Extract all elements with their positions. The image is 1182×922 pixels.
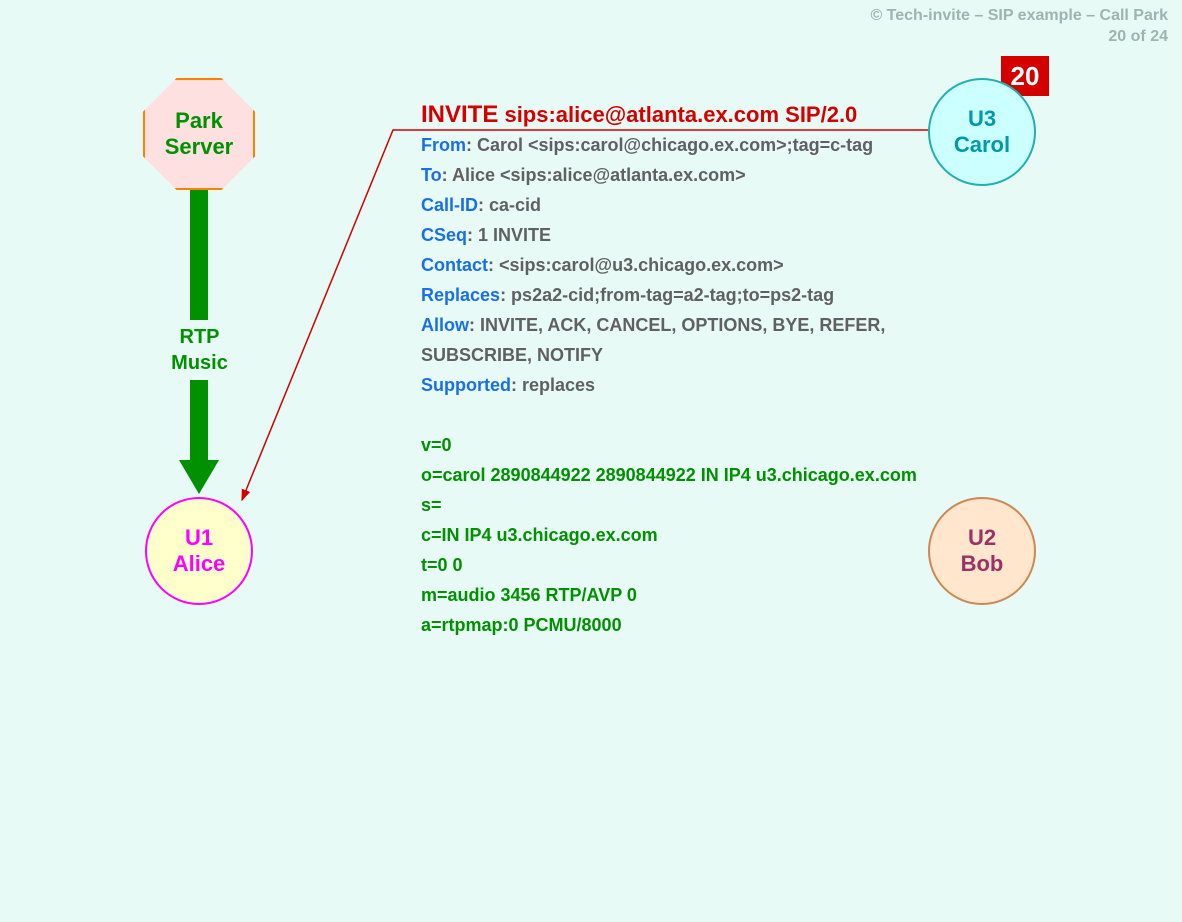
hdr-allow: Allow: INVITE, ACK, CANCEL, OPTIONS, BYE… xyxy=(421,310,951,370)
hdr-callid: Call-ID: ca-cid xyxy=(421,190,951,220)
sdp-c: c=IN IP4 u3.chicago.ex.com xyxy=(421,520,951,550)
sip-method: INVITE xyxy=(421,101,498,128)
hdr-cseq: CSeq: 1 INVITE xyxy=(421,220,951,250)
hdr-from: From: Carol <sips:carol@chicago.ex.com>;… xyxy=(421,130,951,160)
sdp-s: s= xyxy=(421,490,951,520)
sdp-o: o=carol 2890844922 2890844922 IN IP4 u3.… xyxy=(421,460,951,490)
park-server-label-2: Server xyxy=(165,134,234,160)
park-server-label-1: Park xyxy=(175,108,223,134)
sdp-m: m=audio 3456 RTP/AVP 0 xyxy=(421,580,951,610)
carol-label-1: U3 xyxy=(968,106,996,132)
hdr-replaces: Replaces: ps2a2-cid;from-tag=a2-tag;to=p… xyxy=(421,280,951,310)
sip-message-block: INVITE sips:alice@atlanta.ex.com SIP/2.0… xyxy=(421,100,951,640)
sdp-a: a=rtpmap:0 PCMU/8000 xyxy=(421,610,951,640)
sip-request-line: INVITE sips:alice@atlanta.ex.com SIP/2.0 xyxy=(421,100,951,130)
header-line2: 20 of 24 xyxy=(870,27,1168,48)
sip-request-uri: sips:alice@atlanta.ex.com SIP/2.0 xyxy=(498,102,857,127)
carol-label-2: Carol xyxy=(954,132,1010,158)
sdp-v: v=0 xyxy=(421,430,951,460)
hdr-contact: Contact: <sips:carol@u3.chicago.ex.com> xyxy=(421,250,951,280)
hdr-supported: Supported: replaces xyxy=(421,370,951,400)
rtp-label-1: RTP xyxy=(180,326,220,348)
rtp-arrow-head-icon xyxy=(179,460,219,494)
rtp-label-2: Music xyxy=(171,352,228,374)
sdp-t: t=0 0 xyxy=(421,550,951,580)
alice-label-1: U1 xyxy=(185,525,213,551)
alice-label-2: Alice xyxy=(173,551,226,577)
rtp-label: RTP Music xyxy=(152,320,247,380)
node-alice: U1 Alice xyxy=(145,497,253,605)
bob-label-1: U2 xyxy=(968,525,996,551)
node-park-server: Park Server xyxy=(143,78,255,190)
header-line1: © Tech-invite – SIP example – Call Park xyxy=(870,6,1168,27)
bob-label-2: Bob xyxy=(961,551,1004,577)
hdr-to: To: Alice <sips:alice@atlanta.ex.com> xyxy=(421,160,951,190)
header-credit: © Tech-invite – SIP example – Call Park … xyxy=(870,6,1168,48)
sdp-body: v=0 o=carol 2890844922 2890844922 IN IP4… xyxy=(421,430,951,640)
